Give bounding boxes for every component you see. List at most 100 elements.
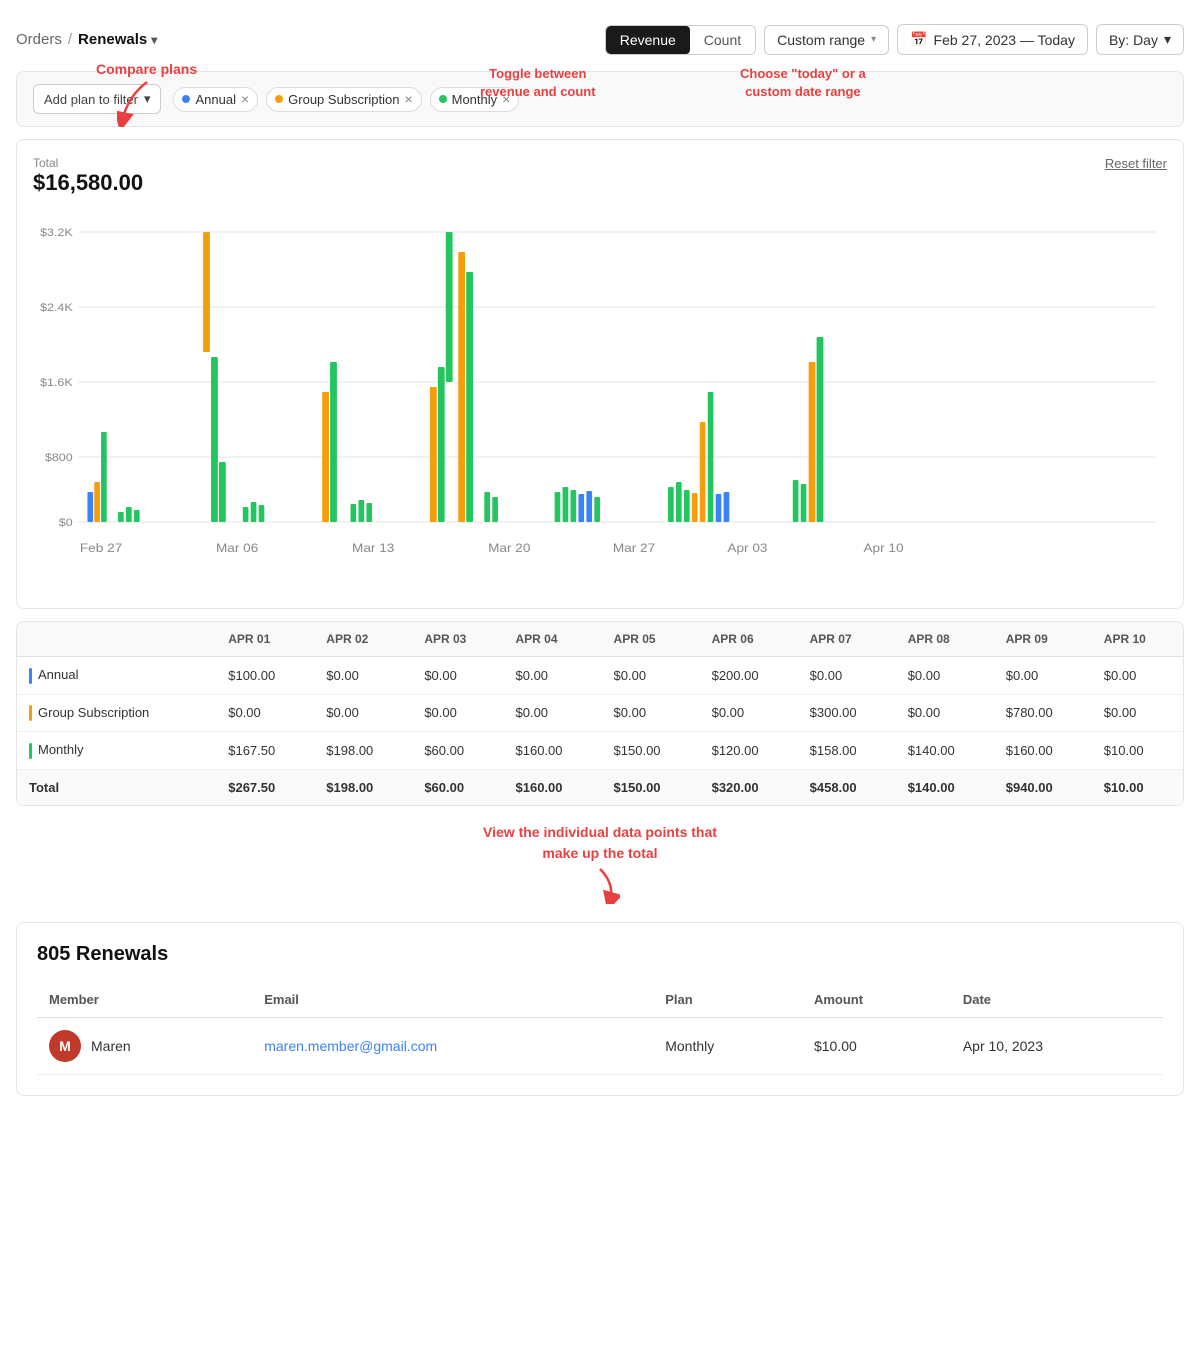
svg-text:Mar 13: Mar 13 [352,541,394,555]
annual-filter-tag: Annual × [173,87,258,112]
data-cell: $160.00 [994,732,1092,770]
apr08-header: APR 08 [896,622,994,657]
data-cell: $0.00 [700,694,798,732]
table-row: Monthly$167.50$198.00$60.00 $160.00 $150.0… [17,732,1183,770]
data-cell: $140.00 [896,769,994,805]
data-cell: $120.00 [700,732,798,770]
plan-column-header: Plan [653,982,802,1018]
plan-name-cell[interactable]: Monthly [17,732,216,770]
table-row: Total$267.50$198.00$60.00$160.00$150.00$… [17,769,1183,805]
apr03-header: APR 03 [412,622,503,657]
header-controls: Revenue Count Custom range ▾ 📅 Feb 27, 2… [605,24,1184,55]
amount-cell: $10.00 [802,1017,951,1074]
svg-text:Apr 03: Apr 03 [727,541,767,555]
apr01-header: APR 01 [216,622,314,657]
svg-text:Feb 27: Feb 27 [80,541,122,555]
data-cell: $0.00 [896,657,994,695]
monthly-dot-icon [439,95,447,103]
apr09-header: APR 09 [994,622,1092,657]
plan-color-indicator [29,668,32,684]
apr06-header: APR 06 [700,622,798,657]
monthly-tag-close-button[interactable]: × [502,92,510,106]
data-cell: $167.50 [216,732,314,770]
custom-range-button[interactable]: Custom range ▾ [764,25,889,55]
apr07-header: APR 07 [798,622,896,657]
data-cell: $150.00 [602,732,700,770]
data-cell: $140.00 [896,732,994,770]
plan-name-cell[interactable]: Total [17,769,216,805]
data-cell: $0.00 [994,657,1092,695]
data-cell: $780.00 [994,694,1092,732]
data-cell: $0.00 [504,657,602,695]
svg-text:Mar 27: Mar 27 [613,541,655,555]
data-cell: $0.00 [216,694,314,732]
plan-name-cell[interactable]: Annual [17,657,216,695]
add-plan-filter-button[interactable]: Add plan to filter ▾ [33,84,161,114]
count-toggle-button[interactable]: Count [690,26,755,54]
data-cell: $200.00 [700,657,798,695]
revenue-toggle-button[interactable]: Revenue [606,26,690,54]
data-cell: $320.00 [700,769,798,805]
data-cell: $0.00 [602,694,700,732]
email-column-header: Email [252,982,653,1018]
data-cell: $458.00 [798,769,896,805]
table-row: Group Subscription$0.00$0.00$0.00$0.00$0… [17,694,1183,732]
data-cell: $0.00 [1092,657,1183,695]
data-cell: $198.00 [314,732,412,770]
data-cell: $150.00 [602,769,700,805]
reset-filter-button[interactable]: Reset filter [1105,156,1167,171]
data-cell: $0.00 [602,657,700,695]
table-row: Annual$100.00$0.00$0.00$0.00$0.00$200.00… [17,657,1183,695]
plan-cell: Monthly [653,1017,802,1074]
by-day-button[interactable]: By: Day ▾ [1096,24,1184,55]
breadcrumb-separator: / [68,31,72,48]
data-cell: $0.00 [314,694,412,732]
chart-svg: $3.2K $2.4K $1.6K $800 $0 [33,212,1167,592]
svg-text:$1.6K: $1.6K [40,377,73,389]
annual-tag-close-button[interactable]: × [241,92,249,106]
plan-name-cell[interactable]: Group Subscription [17,694,216,732]
filter-tags: Annual × Group Subscription × Monthly × [173,87,519,112]
data-cell: $0.00 [798,657,896,695]
revenue-count-toggle: Revenue Count [605,25,756,55]
calendar-icon: 📅 [910,31,927,48]
apr05-header: APR 05 [602,622,700,657]
chevron-down-icon: ▾ [1164,31,1171,48]
data-cell: $0.00 [314,657,412,695]
header: Orders / Renewals ▾ Revenue Count Custom… [16,16,1184,71]
renewals-header-row: Member Email Plan Amount Date [37,982,1163,1018]
bar-chart: $3.2K $2.4K $1.6K $800 $0 [33,212,1167,592]
svg-text:$800: $800 [45,452,73,464]
amount-column-header: Amount [802,982,951,1018]
apr02-header: APR 02 [314,622,412,657]
renewals-table-row: M Maren maren.member@gmail.com Monthly $… [37,1017,1163,1074]
data-cell: $0.00 [412,657,503,695]
table-header-row: APR 01 APR 02 APR 03 APR 04 APR 05 APR 0… [17,622,1183,657]
plan-column-header [17,622,216,657]
renewals-title: 805 Renewals [37,943,1163,966]
monthly-filter-tag: Monthly × [430,87,520,112]
breadcrumb-orders[interactable]: Orders [16,31,62,48]
svg-text:Apr 10: Apr 10 [863,541,903,555]
svg-text:Mar 06: Mar 06 [216,541,258,555]
group-subscription-tag-close-button[interactable]: × [404,92,412,106]
svg-text:$3.2K: $3.2K [40,227,73,239]
plan-color-indicator [29,743,32,759]
group-subscription-dot-icon [275,95,283,103]
email-cell[interactable]: maren.member@gmail.com [252,1017,653,1074]
plan-color-indicator [29,705,32,721]
filter-section: Add plan to filter ▾ Annual × Group Subs… [16,71,1184,127]
data-table-section: APR 01 APR 02 APR 03 APR 04 APR 05 APR 0… [16,621,1184,806]
apr04-header: APR 04 [504,622,602,657]
date-column-header: Date [951,982,1163,1018]
page: Orders / Renewals ▾ Revenue Count Custom… [0,0,1200,1363]
data-cell: $60.00 [412,732,503,770]
data-cell: $158.00 [798,732,896,770]
data-cell: $10.00 [1092,732,1183,770]
data-cell: $940.00 [994,769,1092,805]
data-cell: $60.00 [412,769,503,805]
total-section: Total $16,580.00 [33,156,1167,196]
data-cell: $0.00 [896,694,994,732]
data-cell: $100.00 [216,657,314,695]
date-range-button[interactable]: 📅 Feb 27, 2023 — Today [897,24,1088,55]
